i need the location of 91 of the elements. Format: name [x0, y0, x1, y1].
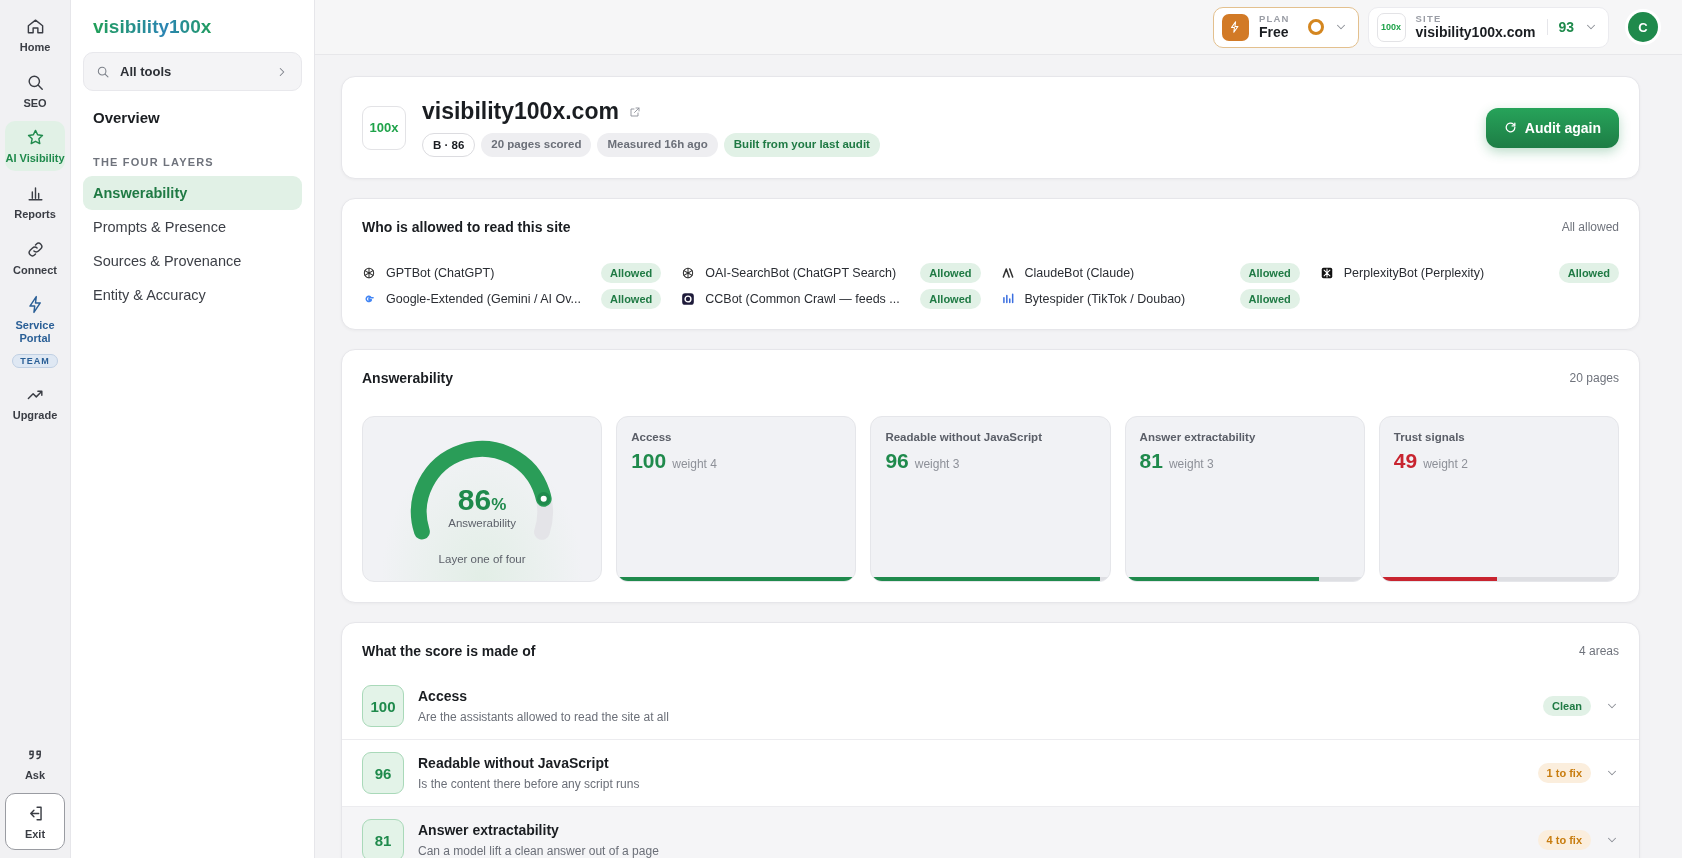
tag: 20 pages scored: [481, 133, 592, 157]
all-tools-search[interactable]: All tools: [83, 52, 302, 91]
letter-mark-icon: [1000, 266, 1015, 280]
layer-name: Access: [631, 431, 673, 443]
layer-weight: weight 4: [672, 457, 717, 471]
rail-nav-item[interactable]: Upgrade: [5, 378, 65, 429]
status-badge: Allowed: [1239, 289, 1300, 309]
crawler-name: Bytespider (TikTok / Doubao): [1024, 292, 1187, 306]
status-badge: Allowed: [1558, 263, 1619, 283]
rail-nav-item[interactable]: Service Portal: [5, 288, 65, 351]
sidebar-item[interactable]: Sources & Provenance: [83, 244, 302, 278]
site-logo: 100x: [1376, 12, 1406, 42]
site-selector[interactable]: 100x SITE visibility100x.com 93: [1367, 6, 1609, 48]
crawler-name: Google-Extended (Gemini / AI Ov...: [386, 292, 582, 306]
crawler-name: OAI-SearchBot (ChatGPT Search): [705, 266, 898, 280]
score-chip: 96: [362, 752, 404, 794]
bars-icon: [1000, 292, 1015, 306]
lightning-icon: [1221, 13, 1249, 41]
rail-nav-item[interactable]: Home: [5, 10, 65, 60]
card-title: Who is allowed to read this site: [362, 219, 571, 235]
layer-name: Readable without JavaScript: [885, 431, 1043, 443]
layer-weight: weight 2: [1423, 457, 1468, 471]
sidebar-item[interactable]: Answerability: [83, 176, 302, 210]
breakdown-row[interactable]: 100 Access Are the assistants allowed to read the site at all Clean: [342, 673, 1639, 739]
sidebar-item[interactable]: Prompts & Presence: [83, 210, 302, 244]
flower-icon: [681, 266, 696, 280]
home-icon: [25, 17, 45, 36]
score-chip: 100: [362, 685, 404, 727]
status-badge: Clean: [1543, 696, 1591, 716]
tag: Built from your last audit: [723, 133, 880, 157]
flower-icon: [362, 266, 376, 280]
status-badge: 4 to fix: [1537, 830, 1591, 850]
gauge-label: Answerability: [448, 517, 516, 529]
layer-score: 49: [1393, 449, 1418, 473]
audit-again-button[interactable]: Audit again: [1485, 107, 1619, 148]
status-badge: 1 to fix: [1537, 763, 1591, 783]
crawler-name: GPTBot (ChatGPT): [386, 266, 496, 280]
layer-score: 81: [1139, 449, 1163, 473]
status-badge: Allowed: [1239, 263, 1300, 283]
layer-name: Trust signals: [1393, 431, 1466, 443]
refresh-icon: [1503, 121, 1517, 134]
row-title: Access: [418, 688, 469, 704]
overview-link[interactable]: Overview: [83, 91, 302, 140]
external-link-icon[interactable]: [628, 105, 641, 118]
status-badge: Allowed: [601, 289, 662, 309]
status-badge: Allowed: [601, 263, 662, 283]
rail-nav-item[interactable]: SEO: [5, 65, 65, 116]
crawler-name: PerplexityBot (Perplexity): [1343, 266, 1486, 280]
tag: Measured 16h ago: [597, 133, 718, 157]
rail-nav-item[interactable]: Connect: [5, 232, 65, 283]
site-logo: 100x: [362, 105, 406, 150]
row-description: Are the assistants allowed to read the site at all: [418, 710, 670, 724]
gauge-caption: Layer one of four: [438, 553, 526, 565]
score-chip: 81: [362, 819, 404, 858]
layer-weight: weight 3: [1168, 457, 1214, 471]
team-badge: TEAM: [12, 354, 58, 369]
card-title: What the score is made of: [362, 643, 536, 659]
rail-nav-item[interactable]: Reports: [5, 176, 65, 227]
crawler-name: CCBot (Common Crawl — feeds ...: [705, 292, 901, 306]
search-icon: [96, 64, 110, 79]
search-icon: [25, 72, 45, 92]
site-title: visibility100x.com: [422, 98, 619, 125]
breakdown-row[interactable]: 81 Answer extractability Can a model lift a clean answer out of a page 4 to fix: [342, 806, 1639, 858]
status-badge: Allowed: [920, 263, 981, 283]
rail-nav-item[interactable]: Exit: [5, 793, 65, 850]
rail-nav-item[interactable]: AI Visibility: [5, 121, 65, 171]
tag: B · 86: [422, 133, 476, 157]
card-summary: All allowed: [1561, 220, 1619, 234]
sidebar-item[interactable]: Entity & Accuracy: [83, 278, 302, 312]
card-summary: 20 pages: [1569, 371, 1619, 385]
gauge-knob: [537, 492, 551, 506]
status-badge: Allowed: [920, 289, 981, 309]
link-icon: [25, 239, 45, 259]
card-title: Answerability: [362, 370, 454, 386]
layer-score: 100: [631, 449, 667, 473]
card-summary: 4 areas: [1578, 644, 1619, 658]
row-title: Answer extractability: [418, 822, 560, 838]
gauge-value: 86%: [457, 485, 507, 515]
section-heading: THE FOUR LAYERS: [92, 155, 215, 170]
plan-selector[interactable]: PLAN Free: [1212, 6, 1359, 48]
layer-score: 96: [885, 449, 909, 473]
row-description: Can a model lift a clean answer out of a page: [418, 844, 660, 858]
rail-nav-item[interactable]: Ask: [5, 737, 65, 788]
ring-icon: [1307, 19, 1324, 35]
ring-icon: [681, 292, 696, 306]
layer-name: Answer extractability: [1139, 431, 1257, 443]
row-description: Is the content there before any script runs: [418, 777, 641, 791]
row-title: Readable without JavaScript: [418, 755, 610, 771]
crawler-name: ClaudeBot (Claude): [1024, 266, 1136, 280]
layer-weight: weight 3: [914, 457, 960, 471]
user-avatar[interactable]: C: [1628, 12, 1658, 42]
